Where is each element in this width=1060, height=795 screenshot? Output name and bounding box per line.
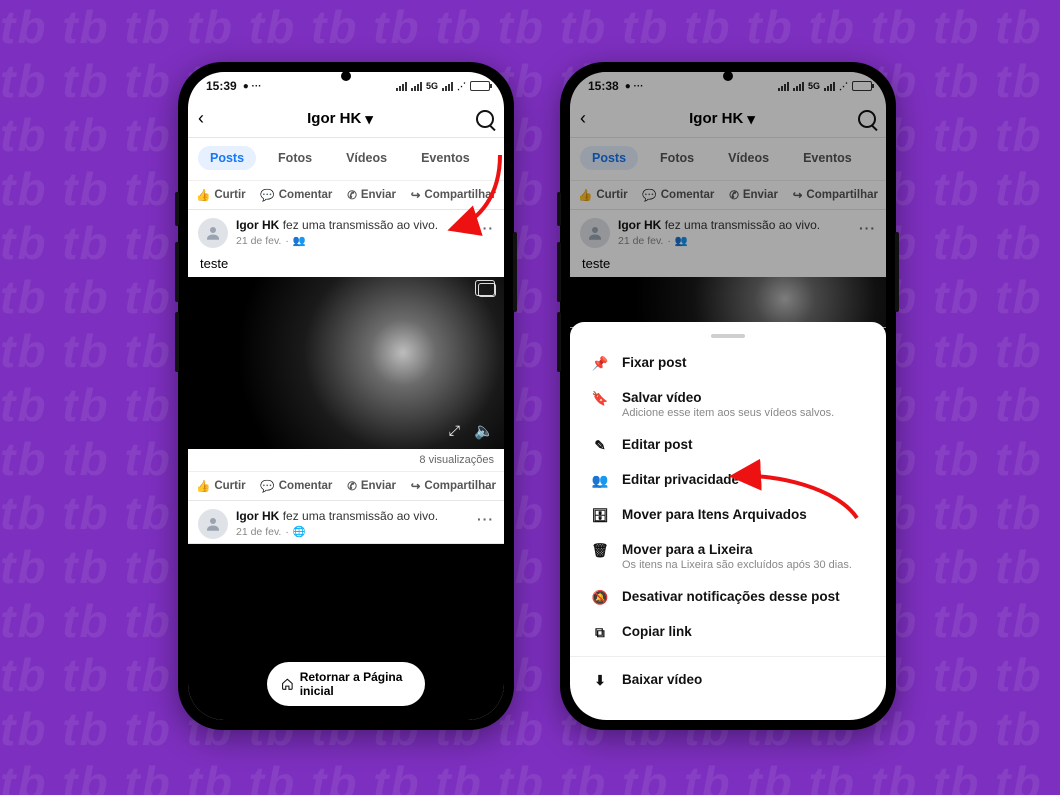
post-menu-button[interactable]: ··· [859,220,876,236]
back-button[interactable]: ‹ [198,108,204,129]
comment-button[interactable]: 💬 Comentar [642,188,714,202]
phone-right: 15:38 ● ··· 5G ⋰ ‹ Igor HK ▾ Posts Fotos [560,62,896,730]
tab-eventos[interactable]: Eventos [791,146,864,170]
pin-icon: 📌 [590,355,610,372]
menu-desativar-notificacoes[interactable]: 🔕 Desativar notificações desse post [570,580,886,615]
sheet-handle[interactable] [711,334,745,338]
menu-editar-post[interactable]: ✎ Editar post [570,428,886,463]
page-title[interactable]: Igor HK ▾ [307,110,373,128]
volume-icon[interactable]: 🔈 [474,421,494,441]
status-time: 15:39 [206,79,237,93]
menu-lixeira[interactable]: 🗑 Mover para a LixeiraOs itens na Lixeir… [570,533,886,580]
copy-icon: ⧉ [590,624,610,641]
avatar[interactable] [580,218,610,248]
network-label: 5G [808,81,820,91]
expand-icon[interactable]: ⤢ [449,422,460,439]
like-button[interactable]: 👍 Curtir [578,188,628,202]
tab-videos[interactable]: Vídeos [716,146,781,170]
audience-icon: 🌐 [293,525,306,539]
tab-bar: Posts Fotos Vídeos Eventos [570,138,886,181]
post-header-text: Igor HK fez uma transmissão ao vivo. 21 … [236,218,438,248]
post-actions: 👍 Curtir 💬 Comentar ✆ Enviar ↪ Compartil… [188,471,504,500]
background-pattern: tb tb tb tb tb tb tb tb tb tb tb tb tb t… [0,0,1060,795]
status-time: 15:38 [588,79,619,93]
post-header-text: Igor HK fez uma transmissão ao vivo. 21 … [618,218,820,248]
signal-icon [396,82,407,91]
pencil-icon: ✎ [590,437,610,454]
camera-notch [341,71,351,81]
share-button[interactable]: ↪ Compartilhar [793,188,878,202]
status-notif-icons: ● ··· [625,81,644,92]
tab-posts[interactable]: Posts [580,146,638,170]
video-thumbnail[interactable] [570,277,886,327]
send-button[interactable]: ✆ Enviar [347,479,396,493]
app-bar: ‹ Igor HK ▾ [188,100,504,138]
post-actions-top: 👍 Curtir 💬 Comentar ✆ Enviar ↪ Compartil… [570,181,886,210]
avatar[interactable] [198,218,228,248]
menu-baixar-video[interactable]: ⬇ Baixar vídeo [570,663,886,698]
post-caption: teste [188,252,504,277]
post: Igor HK fez uma transmissão ao vivo. 21 … [188,210,504,501]
signal-icon [411,82,422,91]
annotation-arrow [430,145,530,245]
signal-icon [793,82,804,91]
like-button[interactable]: 👍 Curtir [196,479,246,493]
comment-button[interactable]: 💬 Comentar [260,479,332,493]
back-button[interactable]: ‹ [580,108,586,129]
menu-copiar-link[interactable]: ⧉ Copiar link [570,615,886,650]
battery-icon [470,81,490,91]
wifi-icon: ⋰ [457,81,466,92]
post-header-text: Igor HK fez uma transmissão ao vivo. 21 … [236,509,438,539]
network-label: 5G [426,81,438,91]
picture-in-picture-icon [478,283,496,297]
app-bar: ‹ Igor HK ▾ [570,100,886,138]
signal-icon [824,82,835,91]
battery-icon [852,81,872,91]
post-date: 21 de fev. [236,234,281,248]
search-icon[interactable] [858,110,876,128]
menu-fixar-post[interactable]: 📌 Fixar post [570,346,886,381]
dropdown-caret-icon: ▾ [365,110,373,128]
send-button[interactable]: ✆ Enviar [347,188,396,202]
screen-right: 15:38 ● ··· 5G ⋰ ‹ Igor HK ▾ Posts Fotos [570,72,886,720]
avatar[interactable] [198,509,228,539]
tab-posts[interactable]: Posts [198,146,256,170]
trash-icon: 🗑 [590,542,610,559]
search-icon[interactable] [476,110,494,128]
page-title[interactable]: Igor HK ▾ [689,110,755,128]
view-count: 8 visualizações [188,449,504,471]
dropdown-caret-icon: ▾ [747,110,755,128]
tab-videos[interactable]: Vídeos [334,146,399,170]
post-caption: teste [570,252,886,277]
camera-notch [723,71,733,81]
post-date: 21 de fev. [236,525,281,539]
post-date: 21 de fev. [618,234,663,248]
status-notif-icons: ● ··· [243,81,262,92]
share-button[interactable]: ↪ Compartilhar [411,479,496,493]
video-thumbnail[interactable]: ⤢ 🔈 [188,277,504,449]
send-button[interactable]: ✆ Enviar [729,188,778,202]
audience-icon: 👥 [293,234,306,248]
signal-icon [442,82,453,91]
audience-icon: 👥 [675,234,688,248]
signal-icon [778,82,789,91]
archive-icon: 🗄 [590,507,610,524]
tab-fotos[interactable]: Fotos [266,146,324,170]
post: Igor HK fez uma transmissão ao vivo. 21 … [570,210,886,328]
download-icon: ⬇ [590,672,610,689]
comment-button[interactable]: 💬 Comentar [260,188,332,202]
menu-salvar-video[interactable]: 🔖 Salvar vídeoAdicione esse item aos seu… [570,381,886,428]
post-menu-button[interactable]: ··· [477,511,494,527]
bell-off-icon: 🔕 [590,589,610,606]
like-button[interactable]: 👍 Curtir [196,188,246,202]
tab-fotos[interactable]: Fotos [648,146,706,170]
people-icon: 👥 [590,472,610,489]
bookmark-icon: 🔖 [590,390,610,407]
return-home-button[interactable]: Retornar a Página inicial [267,662,425,706]
post: Igor HK fez uma transmissão ao vivo. 21 … [188,501,504,544]
annotation-arrow [727,468,877,538]
wifi-icon: ⋰ [839,81,848,92]
